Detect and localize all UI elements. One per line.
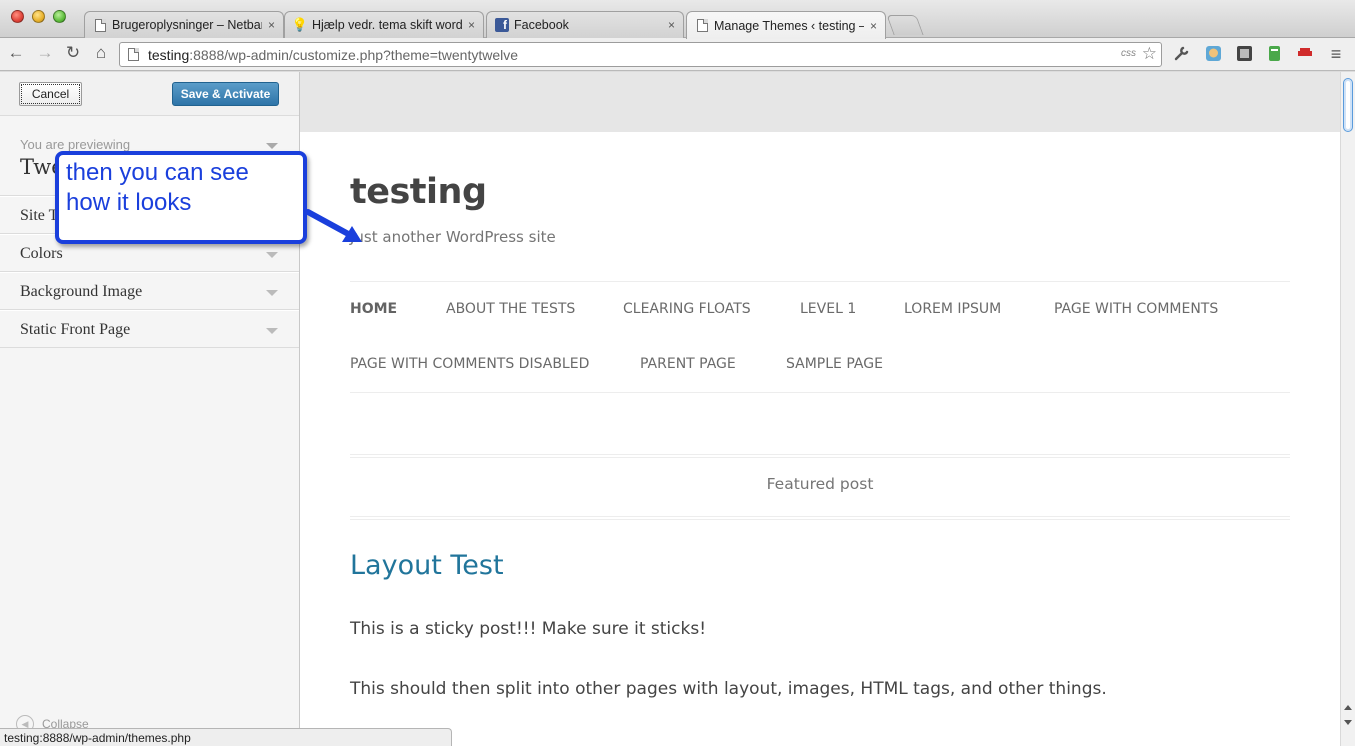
browser-toolbar: ← → ↻ ⌂ testing:8888/wp-admin/customize.… (0, 38, 1355, 71)
close-tab-icon[interactable]: × (668, 18, 675, 32)
url-path: :8888/wp-admin/customize.php?theme=twent… (189, 46, 519, 63)
status-bar-url: testing:8888/wp-admin/themes.php (0, 728, 452, 746)
nav-item-clearing-floats[interactable]: CLEARING FLOATS (623, 301, 751, 317)
browser-menu-icon[interactable]: ≡ (1327, 45, 1345, 63)
browser-tab-help[interactable]: 💡 Hjælp vedr. tema skift wordp × (284, 11, 484, 38)
extension-sofa-icon[interactable] (1296, 45, 1314, 63)
browser-tab-netbank[interactable]: Brugeroplysninger – Netbank × (84, 11, 284, 38)
post-title-link[interactable]: Layout Test (350, 550, 504, 581)
divider (350, 516, 1290, 517)
forward-arrow-icon[interactable]: → (34, 43, 56, 63)
post-paragraph: This should then split into other pages … (350, 679, 1107, 699)
close-tab-icon[interactable]: × (468, 18, 475, 32)
tab-title: Facebook (514, 18, 569, 32)
zoom-window-icon[interactable] (53, 10, 66, 23)
css-extension-badge[interactable]: css (1121, 48, 1136, 59)
site-preview-frame: testing Just another WordPress site HOME… (300, 72, 1340, 746)
browser-tab-facebook[interactable]: f Facebook × (486, 11, 684, 38)
divider (350, 392, 1290, 393)
divider (350, 454, 1290, 455)
nav-item-level-1[interactable]: LEVEL 1 (800, 301, 856, 317)
nav-item-about-the-tests[interactable]: ABOUT THE TESTS (446, 301, 575, 317)
site-page: testing Just another WordPress site HOME… (300, 132, 1340, 746)
reload-icon[interactable]: ↻ (62, 43, 84, 63)
browser-tab-manage-themes[interactable]: Manage Themes ‹ testing — × (686, 11, 886, 39)
section-static-front-page[interactable]: Static Front Page (0, 310, 299, 348)
nav-item-sample-page[interactable]: SAMPLE PAGE (786, 356, 883, 372)
tab-title: Brugeroplysninger – Netbank (112, 18, 262, 32)
new-tab-button[interactable] (886, 15, 924, 35)
nav-item-page-with-comments-disabled[interactable]: PAGE WITH COMMENTS DISABLED (350, 356, 589, 372)
section-label: Colors (20, 245, 63, 262)
annotation-line: how it looks (66, 189, 192, 216)
tab-title: Manage Themes ‹ testing — (714, 18, 864, 33)
minimize-window-icon[interactable] (32, 10, 45, 23)
cancel-button[interactable]: Cancel (19, 82, 82, 106)
previewing-label: You are previewing (20, 137, 131, 152)
document-icon (93, 18, 107, 32)
vertical-scrollbar[interactable] (1340, 72, 1355, 746)
section-background-image[interactable]: Background Image (0, 272, 299, 310)
extension-evernote-icon[interactable] (1265, 45, 1283, 63)
annotation-callout: then you can see how it looks (55, 151, 307, 244)
wrench-icon[interactable] (1173, 45, 1191, 63)
extension-screenshot-icon[interactable] (1235, 45, 1253, 63)
nav-item-lorem-ipsum[interactable]: LOREM IPSUM (904, 301, 1001, 317)
divider (350, 457, 1290, 458)
close-window-icon[interactable] (11, 10, 24, 23)
scroll-down-arrow-icon[interactable] (1344, 720, 1352, 725)
section-label: Background Image (20, 283, 143, 300)
annotation-line: then you can see (66, 159, 249, 186)
nav-item-parent-page[interactable]: PARENT PAGE (640, 356, 736, 372)
close-tab-icon[interactable]: × (268, 18, 275, 32)
tab-title: Hjælp vedr. tema skift wordp (312, 18, 462, 32)
expand-arrow-icon (266, 290, 278, 296)
nav-item-page-with-comments[interactable]: PAGE WITH COMMENTS (1054, 301, 1218, 317)
extension-face-icon[interactable] (1204, 45, 1222, 63)
facebook-icon: f (495, 18, 509, 32)
page-icon (128, 48, 139, 61)
divider (350, 519, 1290, 520)
annotation-arrow-icon (305, 209, 362, 242)
post-paragraph: This is a sticky post!!! Make sure it st… (350, 619, 707, 639)
back-arrow-icon[interactable]: ← (5, 43, 27, 63)
url-host: testing (148, 46, 190, 63)
home-icon[interactable]: ⌂ (90, 43, 112, 63)
divider (350, 281, 1290, 282)
site-description: Just another WordPress site (350, 228, 556, 246)
nav-item-home[interactable]: HOME (350, 301, 397, 317)
site-title-link[interactable]: testing (350, 172, 487, 212)
bookmark-star-icon[interactable]: ☆ (1142, 44, 1157, 64)
browser-tab-strip: Brugeroplysninger – Netbank × 💡 Hjælp ve… (0, 0, 1355, 39)
featured-post-label: Featured post (766, 475, 874, 493)
scrollbar-thumb[interactable] (1343, 78, 1353, 132)
address-bar[interactable]: testing:8888/wp-admin/customize.php?them… (119, 42, 1162, 67)
expand-arrow-icon[interactable] (266, 143, 278, 149)
scroll-up-arrow-icon[interactable] (1344, 705, 1352, 710)
lightbulb-icon: 💡 (291, 17, 309, 32)
expand-arrow-icon (266, 252, 278, 258)
section-label: Site T (20, 207, 59, 224)
close-tab-icon[interactable]: × (870, 19, 877, 33)
expand-arrow-icon (266, 328, 278, 334)
customizer-header: Cancel Save & Activate (0, 72, 299, 116)
section-label: Static Front Page (20, 321, 131, 338)
save-and-activate-button[interactable]: Save & Activate (172, 82, 279, 106)
document-icon (695, 19, 709, 33)
